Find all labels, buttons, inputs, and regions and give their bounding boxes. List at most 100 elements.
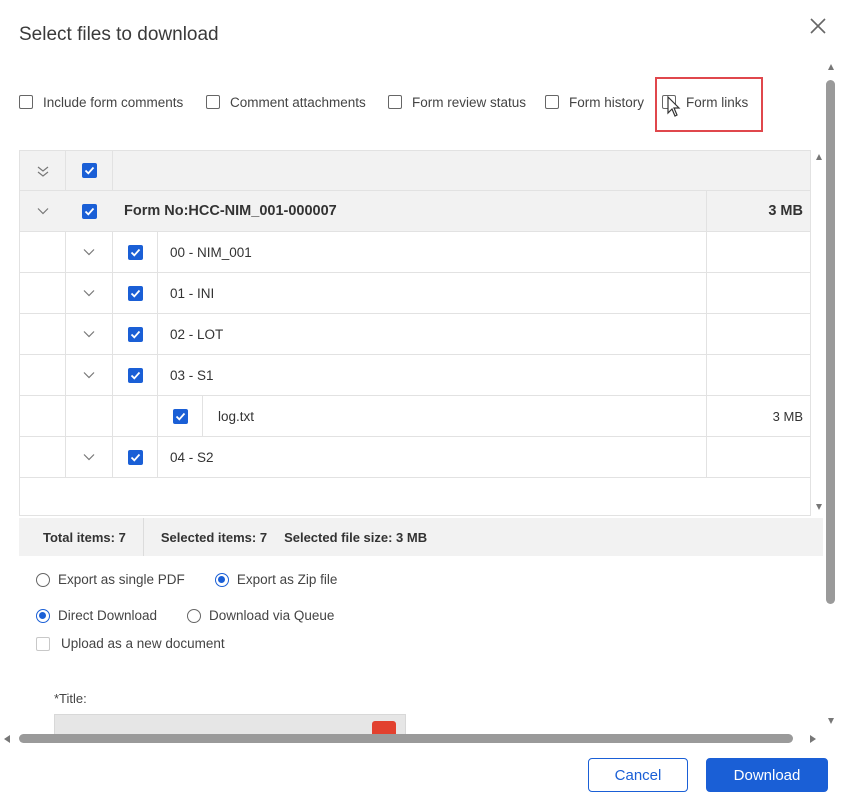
- row-checkbox[interactable]: [127, 285, 143, 301]
- row-label: 02 - LOT: [170, 326, 224, 342]
- download-via-queue-radio[interactable]: Download via Queue: [187, 608, 334, 623]
- row-label-cell: 02 - LOT: [158, 314, 707, 354]
- radio-button[interactable]: [36, 572, 50, 587]
- scroll-right-arrow-icon[interactable]: [810, 735, 816, 743]
- row-checkbox[interactable]: [127, 326, 143, 342]
- row-size-cell: [707, 437, 810, 477]
- row-checkbox[interactable]: [172, 408, 188, 424]
- row-checkbox[interactable]: [127, 367, 143, 383]
- row-checkbox[interactable]: [127, 449, 143, 465]
- cancel-button[interactable]: Cancel: [588, 758, 688, 792]
- indent-cell: [66, 396, 113, 436]
- chevron-down-icon[interactable]: [66, 314, 113, 354]
- dialog-scroll-up-arrow-icon[interactable]: [828, 64, 834, 70]
- dialog-horizontal-scrollbar[interactable]: [19, 734, 793, 743]
- title-field-label: *Title:: [54, 691, 87, 706]
- select-all-cell: [66, 151, 113, 190]
- upload-new-document-label: Upload as a new document: [61, 636, 225, 651]
- file-size: 3 MB: [772, 408, 803, 424]
- upload-new-document-option[interactable]: Upload as a new document: [36, 636, 225, 651]
- chevron-down-icon[interactable]: [66, 232, 113, 272]
- error-indicator-icon: [372, 721, 396, 735]
- include-form-comments-label: Include form comments: [43, 94, 184, 110]
- select-all-checkbox[interactable]: [81, 163, 97, 178]
- export-zip-radio[interactable]: Export as Zip file: [214, 572, 338, 587]
- dialog-title: Select files to download: [19, 24, 219, 45]
- file-size-cell: 3 MB: [707, 396, 810, 436]
- radio-button[interactable]: [214, 572, 229, 587]
- indent-cell: [20, 232, 66, 272]
- chevron-down-icon[interactable]: [66, 273, 113, 313]
- chevron-down-icon[interactable]: [66, 437, 113, 477]
- selection-summary: Total items: 7 Selected items: 7 Selecte…: [19, 518, 823, 556]
- dialog-scroll-down-arrow-icon[interactable]: [828, 718, 834, 724]
- direct-download-radio[interactable]: Direct Download: [36, 608, 157, 623]
- row-label-cell: 01 - INI: [158, 273, 707, 313]
- row-label-cell: 00 - NIM_001: [158, 232, 707, 272]
- comment-attachments-checkbox[interactable]: [206, 95, 220, 109]
- form-history-option[interactable]: Form history: [545, 90, 644, 114]
- close-icon[interactable]: [806, 14, 830, 38]
- form-review-status-option[interactable]: Form review status: [388, 90, 526, 114]
- row-label-cell: 03 - S1: [158, 355, 707, 395]
- table-row[interactable]: 02 - LOT: [20, 314, 810, 355]
- group-label: Form No:HCC-NIM_001-000007: [124, 203, 337, 219]
- row-checkbox-cell: [158, 396, 203, 436]
- table-row[interactable]: 00 - NIM_001: [20, 232, 810, 273]
- indent-cell: [20, 396, 66, 436]
- export-zip-label: Export as Zip file: [236, 572, 338, 587]
- download-dialog: Select files to download Include form co…: [0, 0, 844, 805]
- row-label: 04 - S2: [170, 449, 214, 465]
- group-size: 3 MB: [768, 203, 803, 219]
- indent-cell: [20, 314, 66, 354]
- comment-attachments-label: Comment attachments: [230, 94, 366, 110]
- chevron-down-icon[interactable]: [66, 355, 113, 395]
- grid-scrollbar[interactable]: [816, 152, 822, 512]
- table-row[interactable]: log.txt 3 MB: [20, 396, 810, 437]
- row-label-cell: 04 - S2: [158, 437, 707, 477]
- include-form-comments-option[interactable]: Include form comments: [19, 90, 183, 114]
- grid-header-row: [20, 151, 810, 191]
- row-checkbox-cell: [113, 314, 158, 354]
- download-button[interactable]: Download: [706, 758, 828, 792]
- row-checkbox[interactable]: [127, 244, 143, 260]
- form-group-row[interactable]: Form No:HCC-NIM_001-000007 3 MB: [20, 191, 810, 232]
- upload-new-document-checkbox[interactable]: [36, 636, 50, 651]
- row-label: 03 - S1: [170, 367, 214, 383]
- summary-divider: [142, 518, 144, 556]
- scroll-down-arrow-icon[interactable]: [816, 504, 822, 510]
- row-label: 01 - INI: [170, 285, 215, 301]
- scroll-left-arrow-icon[interactable]: [4, 735, 10, 743]
- collapse-all-icon[interactable]: [20, 151, 66, 190]
- table-row[interactable]: 01 - INI: [20, 273, 810, 314]
- include-form-comments-checkbox[interactable]: [19, 95, 33, 109]
- radio-button[interactable]: [187, 608, 202, 623]
- row-size-cell: [707, 232, 810, 272]
- group-size-cell: 3 MB: [707, 191, 810, 231]
- indent-cell: [20, 437, 66, 477]
- table-row[interactable]: 04 - S2: [20, 437, 810, 478]
- dialog-vertical-scrollbar[interactable]: [826, 80, 835, 604]
- row-size-cell: [707, 273, 810, 313]
- row-checkbox-cell: [113, 273, 158, 313]
- export-single-pdf-label: Export as single PDF: [58, 572, 185, 587]
- radio-button[interactable]: [36, 608, 50, 623]
- comment-attachments-option[interactable]: Comment attachments: [206, 90, 366, 114]
- indent-cell: [20, 355, 66, 395]
- selected-file-size: Selected file size: 3 MB: [284, 529, 428, 545]
- scroll-up-arrow-icon[interactable]: [816, 154, 822, 160]
- row-size-cell: [707, 355, 810, 395]
- row-checkbox-cell: [113, 232, 158, 272]
- title-input[interactable]: [54, 714, 406, 736]
- form-review-status-checkbox[interactable]: [388, 95, 402, 109]
- files-grid: Form No:HCC-NIM_001-000007 3 MB 00 - NIM…: [19, 150, 811, 516]
- group-checkbox[interactable]: [82, 203, 97, 219]
- export-format-group: Export as single PDF Export as Zip file: [36, 572, 367, 587]
- group-label-cell: Form No:HCC-NIM_001-000007: [113, 191, 707, 231]
- indent-cell: [20, 273, 66, 313]
- table-row[interactable]: 03 - S1: [20, 355, 810, 396]
- row-checkbox-cell: [113, 437, 158, 477]
- form-history-checkbox[interactable]: [545, 95, 559, 109]
- export-single-pdf-radio[interactable]: Export as single PDF: [36, 572, 185, 587]
- group-chevron-down-icon[interactable]: [20, 191, 66, 231]
